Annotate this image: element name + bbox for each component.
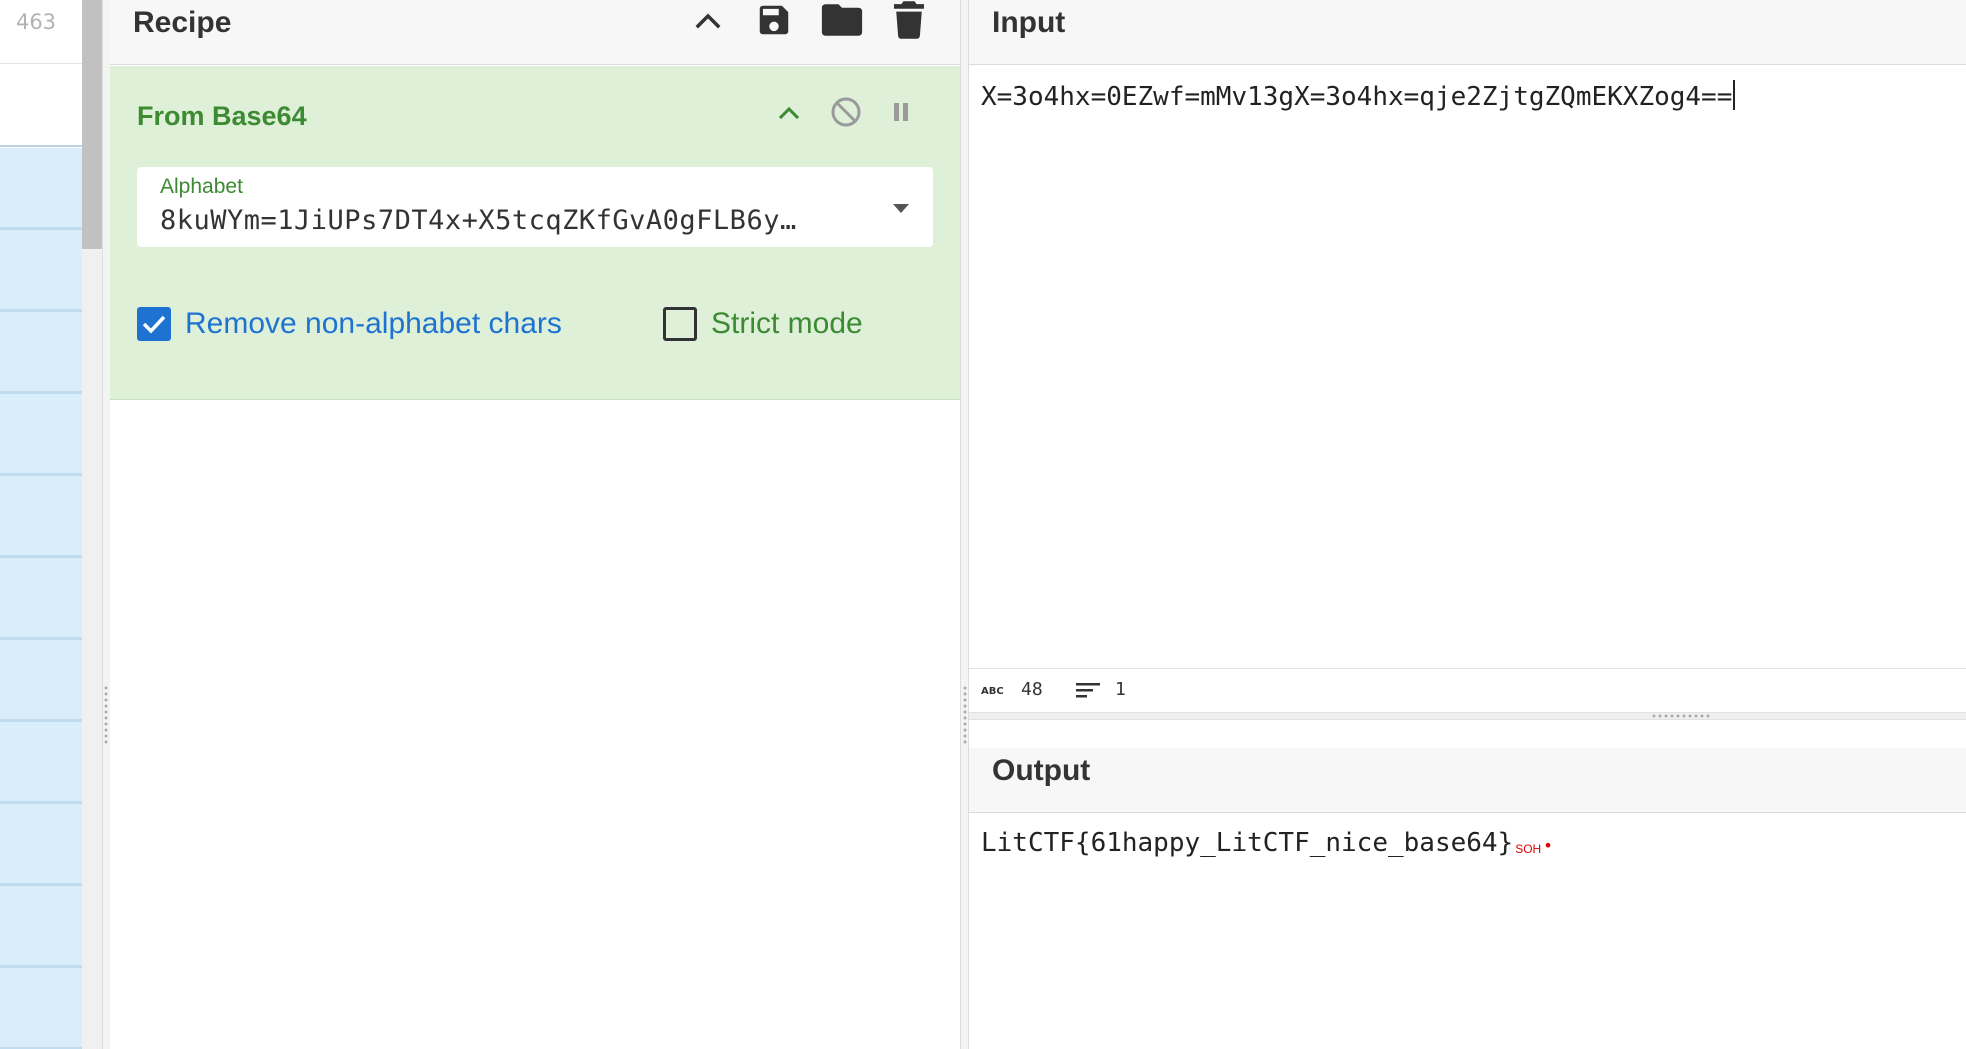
alphabet-label: Alphabet	[160, 175, 243, 198]
operation-card-from-base64[interactable]: From Base64 Alphabet 8kuWYm=1JiUPs7DT4x+…	[110, 66, 960, 400]
operations-scrollbar-thumb[interactable]	[82, 0, 102, 249]
recipe-title: Recipe	[133, 6, 232, 39]
input-header: Input	[969, 0, 1966, 65]
operations-search-area[interactable]	[0, 65, 82, 147]
clear-recipe-button[interactable]	[886, 0, 932, 40]
alphabet-value: 8kuWYm=1JiUPs7DT4x+X5tcqZKfGvA0gFLB6y…	[160, 205, 797, 236]
load-recipe-button[interactable]	[819, 0, 865, 40]
operations-recipe-divider[interactable]	[102, 0, 110, 1049]
output-textarea[interactable]: LitCTF{61happy_LitCTF_nice_base64} SOH •	[981, 828, 1553, 858]
io-panel: Input X=3o4hx=0EZwf=mMv13gX=3o4hx=qje2Zj…	[969, 0, 1966, 1049]
folder-icon	[821, 4, 863, 36]
hide-arguments-button[interactable]	[685, 0, 731, 40]
recipe-header: Recipe	[110, 0, 960, 65]
checkbox-unchecked[interactable]	[663, 307, 697, 341]
abc-icon: ABC	[981, 686, 1004, 696]
recipe-io-divider[interactable]	[960, 0, 969, 1049]
remove-non-alphabet-checkbox[interactable]: Remove non-alphabet chars	[137, 304, 562, 344]
input-title: Input	[992, 6, 1066, 39]
chevron-up-icon	[695, 13, 721, 29]
trash-icon	[894, 1, 924, 39]
operations-count: 463	[0, 0, 82, 64]
operations-scrollbar[interactable]	[82, 0, 102, 1049]
output-header: Output	[969, 748, 1966, 813]
dropdown-arrow-icon[interactable]	[889, 197, 913, 221]
operation-title: From Base64	[137, 101, 307, 131]
pause-operation-button[interactable]	[881, 92, 921, 132]
divider-grip-icon	[963, 685, 967, 745]
input-status-bar: ABC 48 1	[969, 668, 1966, 712]
alphabet-select[interactable]: Alphabet 8kuWYm=1JiUPs7DT4x+X5tcqZKfGvA0…	[137, 167, 933, 247]
output-value: LitCTF{61happy_LitCTF_nice_base64}	[981, 828, 1514, 858]
disable-icon	[831, 97, 861, 127]
splitter-grip-icon	[1651, 714, 1711, 718]
checkmark-icon	[142, 315, 166, 334]
input-length-stat: ABC 48	[981, 679, 1043, 700]
control-char-badge: SOH	[1515, 842, 1542, 856]
input-length: 48	[1021, 679, 1043, 700]
save-recipe-button[interactable]	[751, 0, 797, 40]
pause-icon	[894, 103, 908, 121]
control-char-dot: •	[1543, 836, 1553, 855]
collapse-operation-button[interactable]	[769, 93, 809, 133]
divider-grip-icon	[104, 685, 108, 745]
chevron-up-icon	[778, 106, 800, 120]
text-caret	[1733, 80, 1736, 110]
recipe-panel: Recipe From Base64 Alphabet 8kuWYm=1JiUP…	[110, 0, 960, 1049]
disable-operation-button[interactable]	[826, 92, 866, 132]
lines-icon	[1076, 682, 1100, 697]
input-value: X=3o4hx=0EZwf=mMv13gX=3o4hx=qje2ZjtgZQmE…	[981, 82, 1733, 112]
strict-mode-checkbox[interactable]: Strict mode	[663, 304, 863, 344]
io-splitter[interactable]	[969, 712, 1966, 720]
remove-non-alphabet-label: Remove non-alphabet chars	[185, 307, 562, 340]
svg-text:ABC: ABC	[981, 686, 1004, 696]
save-icon	[759, 5, 789, 35]
input-lines: 1	[1115, 679, 1126, 700]
strict-mode-label: Strict mode	[711, 307, 863, 340]
output-title: Output	[992, 754, 1091, 787]
operations-panel: 463	[0, 0, 82, 1049]
checkbox-checked[interactable]	[137, 307, 171, 341]
operations-list[interactable]	[0, 148, 82, 1049]
input-textarea[interactable]: X=3o4hx=0EZwf=mMv13gX=3o4hx=qje2ZjtgZQmE…	[981, 80, 1736, 112]
input-lines-stat: 1	[1075, 679, 1126, 700]
